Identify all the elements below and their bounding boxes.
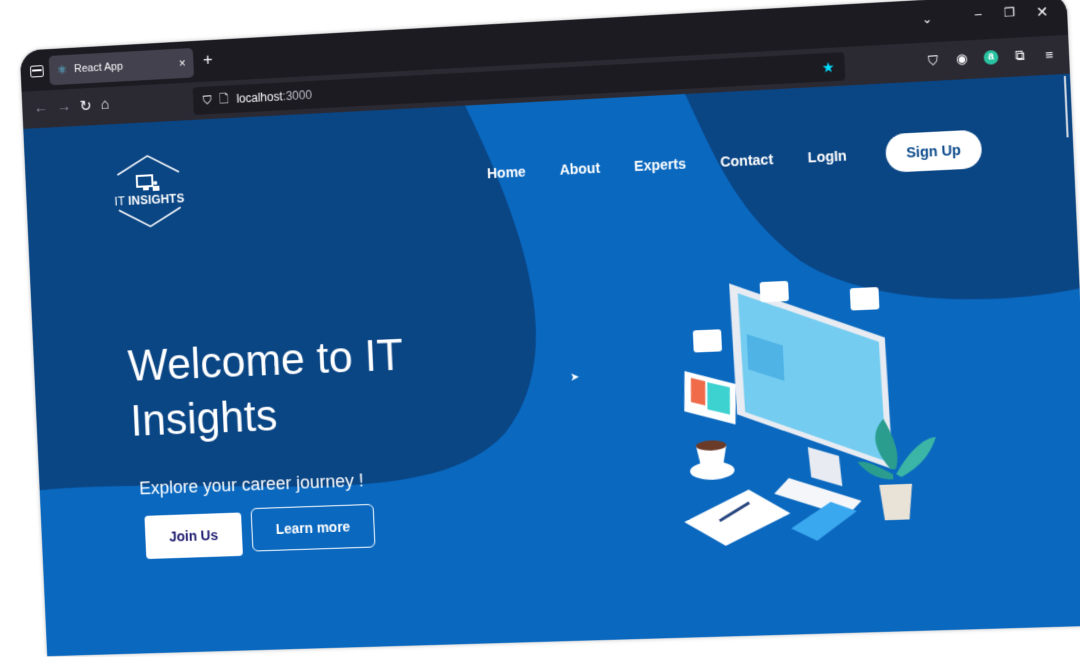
- account-icon[interactable]: ◉: [954, 50, 969, 67]
- tab-list-icon[interactable]: [29, 65, 44, 78]
- toolbar-icons: ⛉ ◉ a ⧉ ≡: [926, 46, 1057, 69]
- menu-icon[interactable]: ≡: [1042, 46, 1057, 62]
- logo-name: INSIGHTS: [127, 191, 185, 208]
- url-host[interactable]: localhost: [236, 89, 283, 105]
- nav-about[interactable]: About: [559, 160, 600, 178]
- monitor-icon: [729, 276, 893, 519]
- shield-icon[interactable]: ⛉: [203, 93, 212, 108]
- restore-button[interactable]: ❐: [1003, 5, 1015, 20]
- video-conference-illustration: [682, 276, 938, 548]
- react-atom-icon: ⚛: [56, 62, 68, 78]
- web-page: IT INSIGHTS Home About Experts Contact L…: [23, 73, 1080, 657]
- nav-login[interactable]: LogIn: [807, 147, 847, 165]
- close-window-button[interactable]: ✕: [1036, 3, 1049, 21]
- forward-button[interactable]: →: [56, 98, 71, 115]
- coffee-cup-icon: [689, 439, 735, 481]
- nav-experts[interactable]: Experts: [634, 155, 686, 174]
- url-port[interactable]: :3000: [282, 88, 312, 103]
- minimize-button[interactable]: –: [975, 7, 983, 22]
- nav-home[interactable]: Home: [487, 163, 526, 181]
- logo-prefix: IT: [114, 194, 126, 209]
- pocket-icon[interactable]: ⛉: [926, 52, 941, 69]
- sign-up-button[interactable]: Sign Up: [884, 129, 983, 173]
- nav-contact[interactable]: Contact: [720, 151, 774, 170]
- chevron-down-icon[interactable]: ⌄: [922, 12, 933, 27]
- new-tab-button[interactable]: +: [203, 50, 214, 70]
- screen: ⚛ React App × + ⌄ – ❐ ✕ ← → ↻ ⌂ ⛉ 🗋 loca…: [0, 0, 1080, 657]
- notebook-icon: [682, 488, 792, 548]
- extension-a-icon[interactable]: a: [983, 49, 999, 65]
- join-us-button[interactable]: Join Us: [144, 512, 243, 560]
- close-tab-icon[interactable]: ×: [179, 56, 186, 70]
- browser-window: ⚛ React App × + ⌄ – ❐ ✕ ← → ↻ ⌂ ⛉ 🗋 loca…: [19, 0, 1080, 657]
- reload-button[interactable]: ↻: [79, 97, 92, 115]
- tab-title: React App: [73, 60, 124, 76]
- page-icon[interactable]: 🗋: [219, 89, 229, 110]
- mouse-cursor-icon: ➤: [569, 371, 580, 384]
- back-button[interactable]: ←: [33, 99, 48, 116]
- bookmark-star-icon[interactable]: ★: [821, 58, 835, 76]
- tab-react-app[interactable]: ⚛ React App ×: [48, 47, 195, 86]
- learn-more-button[interactable]: Learn more: [250, 503, 376, 552]
- calendar-icon: [682, 368, 738, 427]
- hero-title: Welcome to IT Insights: [126, 330, 404, 446]
- site-logo[interactable]: IT INSIGHTS: [109, 150, 190, 232]
- home-button[interactable]: ⌂: [100, 96, 109, 113]
- extensions-icon[interactable]: ⧉: [1012, 47, 1027, 64]
